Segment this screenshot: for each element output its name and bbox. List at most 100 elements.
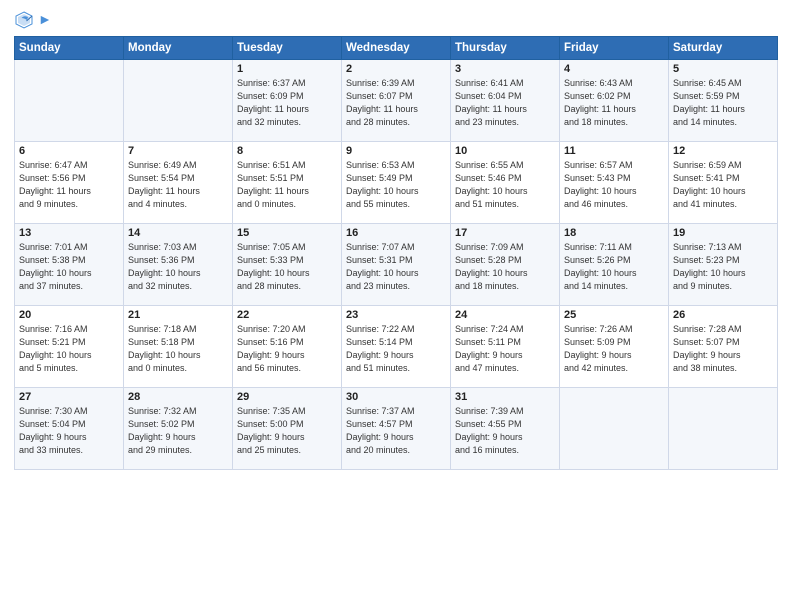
day-number: 12 <box>673 145 773 157</box>
logo-text-block: ► <box>38 11 52 29</box>
day-number: 17 <box>455 227 555 239</box>
calendar-cell: 25 Sunrise: 7:26 AM Sunset: 5:09 PM Dayli… <box>560 306 669 388</box>
day-number: 3 <box>455 63 555 75</box>
day-info: Sunrise: 6:37 AM Sunset: 6:09 PM Dayligh… <box>237 77 337 129</box>
day-info: Sunrise: 7:16 AM Sunset: 5:21 PM Dayligh… <box>19 323 119 375</box>
calendar-cell <box>124 60 233 142</box>
day-number: 16 <box>346 227 446 239</box>
calendar-header: SundayMondayTuesdayWednesdayThursdayFrid… <box>15 37 778 60</box>
calendar-cell <box>15 60 124 142</box>
calendar-cell: 20 Sunrise: 7:16 AM Sunset: 5:21 PM Dayli… <box>15 306 124 388</box>
calendar-cell: 14 Sunrise: 7:03 AM Sunset: 5:36 PM Dayli… <box>124 224 233 306</box>
header-day-wednesday: Wednesday <box>342 37 451 60</box>
calendar-cell: 30 Sunrise: 7:37 AM Sunset: 4:57 PM Dayli… <box>342 388 451 470</box>
calendar-cell: 6 Sunrise: 6:47 AM Sunset: 5:56 PM Daylig… <box>15 142 124 224</box>
week-row-4: 20 Sunrise: 7:16 AM Sunset: 5:21 PM Dayli… <box>15 306 778 388</box>
day-info: Sunrise: 6:55 AM Sunset: 5:46 PM Dayligh… <box>455 159 555 211</box>
day-number: 28 <box>128 391 228 403</box>
day-number: 31 <box>455 391 555 403</box>
calendar-cell: 11 Sunrise: 6:57 AM Sunset: 5:43 PM Dayli… <box>560 142 669 224</box>
day-info: Sunrise: 7:35 AM Sunset: 5:00 PM Dayligh… <box>237 405 337 457</box>
day-info: Sunrise: 7:18 AM Sunset: 5:18 PM Dayligh… <box>128 323 228 375</box>
header-row-days: SundayMondayTuesdayWednesdayThursdayFrid… <box>15 37 778 60</box>
day-number: 9 <box>346 145 446 157</box>
calendar-cell: 17Sunrise: 7:09 AM Sunset: 5:28 PM Dayli… <box>451 224 560 306</box>
calendar-cell: 27 Sunrise: 7:30 AM Sunset: 5:04 PM Dayli… <box>15 388 124 470</box>
header-day-friday: Friday <box>560 37 669 60</box>
day-number: 13 <box>19 227 119 239</box>
logo-arrow-icon: ► <box>38 11 52 27</box>
day-info: Sunrise: 7:28 AM Sunset: 5:07 PM Dayligh… <box>673 323 773 375</box>
calendar-table: SundayMondayTuesdayWednesdayThursdayFrid… <box>14 36 778 470</box>
day-number: 14 <box>128 227 228 239</box>
calendar-cell: 15 Sunrise: 7:05 AM Sunset: 5:33 PM Dayli… <box>233 224 342 306</box>
logo-general: ► <box>38 11 52 29</box>
day-info: Sunrise: 7:20 AM Sunset: 5:16 PM Dayligh… <box>237 323 337 375</box>
day-number: 4 <box>564 63 664 75</box>
day-info: Sunrise: 7:07 AM Sunset: 5:31 PM Dayligh… <box>346 241 446 293</box>
calendar-cell: 3 Sunrise: 6:41 AM Sunset: 6:04 PM Daylig… <box>451 60 560 142</box>
calendar-cell: 8Sunrise: 6:51 AM Sunset: 5:51 PM Daylig… <box>233 142 342 224</box>
week-row-3: 13 Sunrise: 7:01 AM Sunset: 5:38 PM Dayli… <box>15 224 778 306</box>
day-info: Sunrise: 7:26 AM Sunset: 5:09 PM Dayligh… <box>564 323 664 375</box>
calendar-cell: 13 Sunrise: 7:01 AM Sunset: 5:38 PM Dayli… <box>15 224 124 306</box>
week-row-5: 27 Sunrise: 7:30 AM Sunset: 5:04 PM Dayli… <box>15 388 778 470</box>
day-info: Sunrise: 6:53 AM Sunset: 5:49 PM Dayligh… <box>346 159 446 211</box>
day-number: 6 <box>19 145 119 157</box>
logo: ► <box>14 10 52 30</box>
day-number: 24 <box>455 309 555 321</box>
day-number: 26 <box>673 309 773 321</box>
day-number: 1 <box>237 63 337 75</box>
day-number: 21 <box>128 309 228 321</box>
day-info: Sunrise: 6:49 AM Sunset: 5:54 PM Dayligh… <box>128 159 228 211</box>
calendar-cell: 24Sunrise: 7:24 AM Sunset: 5:11 PM Dayli… <box>451 306 560 388</box>
day-number: 30 <box>346 391 446 403</box>
day-number: 5 <box>673 63 773 75</box>
day-number: 20 <box>19 309 119 321</box>
week-row-1: 1 Sunrise: 6:37 AM Sunset: 6:09 PM Daylig… <box>15 60 778 142</box>
day-info: Sunrise: 7:01 AM Sunset: 5:38 PM Dayligh… <box>19 241 119 293</box>
header-day-saturday: Saturday <box>669 37 778 60</box>
calendar-cell: 12 Sunrise: 6:59 AM Sunset: 5:41 PM Dayli… <box>669 142 778 224</box>
calendar-cell: 2 Sunrise: 6:39 AM Sunset: 6:07 PM Daylig… <box>342 60 451 142</box>
day-info: Sunrise: 6:59 AM Sunset: 5:41 PM Dayligh… <box>673 159 773 211</box>
day-info: Sunrise: 7:11 AM Sunset: 5:26 PM Dayligh… <box>564 241 664 293</box>
day-number: 19 <box>673 227 773 239</box>
day-info: Sunrise: 6:45 AM Sunset: 5:59 PM Dayligh… <box>673 77 773 129</box>
calendar-cell: 28Sunrise: 7:32 AM Sunset: 5:02 PM Dayli… <box>124 388 233 470</box>
day-info: Sunrise: 7:30 AM Sunset: 5:04 PM Dayligh… <box>19 405 119 457</box>
calendar-cell: 10 Sunrise: 6:55 AM Sunset: 5:46 PM Dayli… <box>451 142 560 224</box>
day-info: Sunrise: 7:22 AM Sunset: 5:14 PM Dayligh… <box>346 323 446 375</box>
week-row-2: 6 Sunrise: 6:47 AM Sunset: 5:56 PM Daylig… <box>15 142 778 224</box>
calendar-cell <box>669 388 778 470</box>
logo-icon <box>14 10 34 30</box>
day-info: Sunrise: 7:05 AM Sunset: 5:33 PM Dayligh… <box>237 241 337 293</box>
day-number: 10 <box>455 145 555 157</box>
day-info: Sunrise: 6:39 AM Sunset: 6:07 PM Dayligh… <box>346 77 446 129</box>
calendar-cell: 7 Sunrise: 6:49 AM Sunset: 5:54 PM Daylig… <box>124 142 233 224</box>
day-number: 29 <box>237 391 337 403</box>
day-info: Sunrise: 6:57 AM Sunset: 5:43 PM Dayligh… <box>564 159 664 211</box>
main-container: ► SundayMondayTuesdayWednesdayThursdayFr… <box>0 0 792 478</box>
calendar-cell: 31Sunrise: 7:39 AM Sunset: 4:55 PM Dayli… <box>451 388 560 470</box>
day-number: 11 <box>564 145 664 157</box>
day-number: 2 <box>346 63 446 75</box>
day-number: 23 <box>346 309 446 321</box>
calendar-cell: 19 Sunrise: 7:13 AM Sunset: 5:23 PM Dayli… <box>669 224 778 306</box>
day-number: 18 <box>564 227 664 239</box>
day-info: Sunrise: 6:41 AM Sunset: 6:04 PM Dayligh… <box>455 77 555 129</box>
day-number: 7 <box>128 145 228 157</box>
calendar-cell: 21 Sunrise: 7:18 AM Sunset: 5:18 PM Dayli… <box>124 306 233 388</box>
calendar-cell <box>560 388 669 470</box>
day-info: Sunrise: 7:13 AM Sunset: 5:23 PM Dayligh… <box>673 241 773 293</box>
day-info: Sunrise: 6:47 AM Sunset: 5:56 PM Dayligh… <box>19 159 119 211</box>
day-number: 27 <box>19 391 119 403</box>
header-day-thursday: Thursday <box>451 37 560 60</box>
header-day-monday: Monday <box>124 37 233 60</box>
day-info: Sunrise: 7:03 AM Sunset: 5:36 PM Dayligh… <box>128 241 228 293</box>
calendar-cell: 5 Sunrise: 6:45 AM Sunset: 5:59 PM Daylig… <box>669 60 778 142</box>
day-info: Sunrise: 7:37 AM Sunset: 4:57 PM Dayligh… <box>346 405 446 457</box>
day-number: 15 <box>237 227 337 239</box>
day-number: 25 <box>564 309 664 321</box>
calendar-cell: 22Sunrise: 7:20 AM Sunset: 5:16 PM Dayli… <box>233 306 342 388</box>
